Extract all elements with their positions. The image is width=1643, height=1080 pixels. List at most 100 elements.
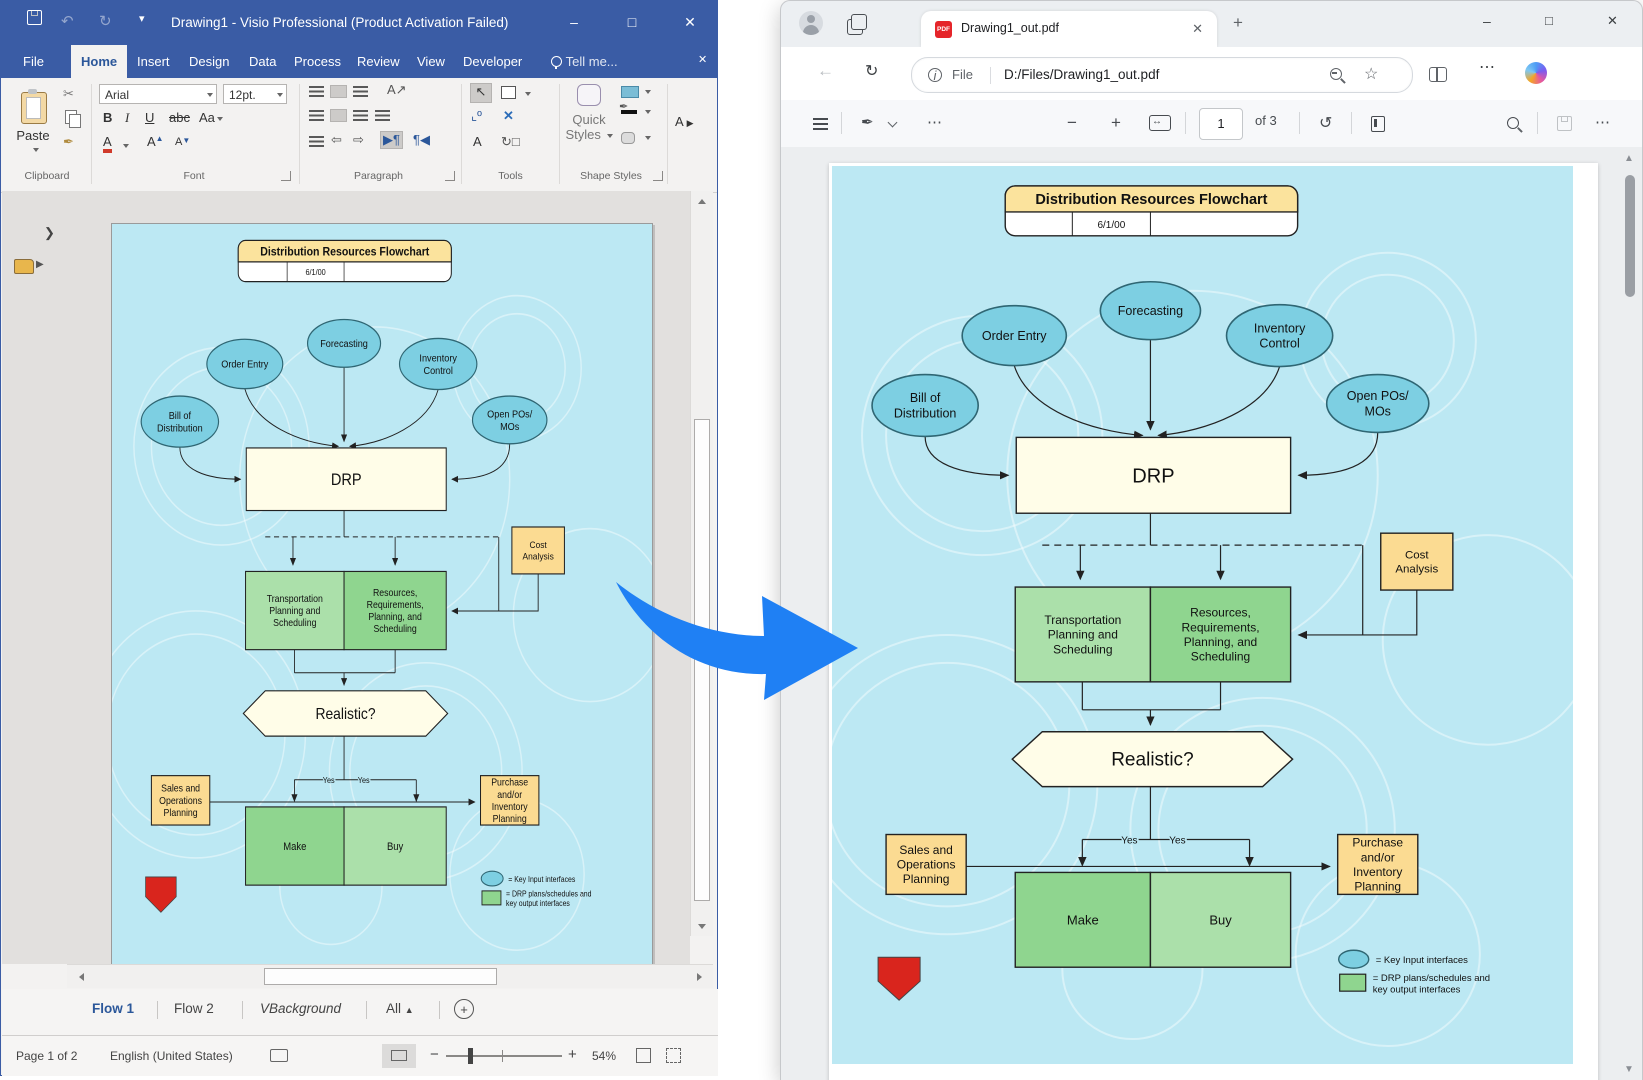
align-center-icon[interactable] [331, 110, 346, 121]
status-language[interactable]: English (United States) [110, 1049, 233, 1063]
rtl-direction-icon[interactable]: ¶◀ [413, 132, 430, 148]
flowchart-visio[interactable]: Distribution Resources Flowchart6/1/00Or… [112, 224, 652, 964]
grow-font-button[interactable]: A▲ [147, 134, 164, 149]
align-right-icon[interactable] [353, 110, 368, 121]
scroll-right-icon[interactable] [689, 967, 709, 987]
ribbon-overflow-button[interactable]: A ▶ [675, 114, 694, 129]
visio-drawing-page[interactable]: Distribution Resources Flowchart6/1/00Or… [111, 223, 653, 964]
ltr-direction-icon[interactable]: ▶¶ [381, 132, 402, 148]
profile-avatar[interactable] [799, 11, 823, 35]
tab-home[interactable]: Home [71, 45, 127, 78]
shrink-font-button[interactable]: A▼ [175, 136, 190, 148]
rotate-tool-icon[interactable]: ↻□ [501, 134, 520, 150]
pdf-scroll-thumb[interactable] [1625, 175, 1635, 297]
minimize-button[interactable]: – [559, 9, 589, 35]
shape-effects-icon[interactable] [621, 132, 635, 144]
maximize-button[interactable]: □ [1545, 13, 1553, 28]
connection-point-icon[interactable]: ✕ [503, 108, 514, 124]
chevron-down-icon[interactable] [645, 110, 651, 114]
chevron-down-icon[interactable] [645, 90, 651, 94]
annotation-more-icon[interactable]: ⋯ [927, 113, 943, 131]
pdf-scrollbar[interactable]: ▲ ▼ [1620, 149, 1640, 1079]
status-page-indicator[interactable]: Page 1 of 2 [16, 1049, 77, 1063]
font-name-combo[interactable]: Arial [99, 84, 217, 104]
bullets-icon[interactable] [309, 136, 324, 147]
qat-customize-icon[interactable]: ▾ [139, 12, 145, 25]
tab-file[interactable]: File [13, 45, 54, 78]
draw-pen-icon[interactable]: ✒ [861, 113, 874, 131]
tab-review[interactable]: Review [347, 45, 410, 78]
macro-recorder-icon[interactable] [270, 1049, 288, 1062]
new-tab-icon[interactable]: + [1233, 13, 1243, 33]
redo-icon[interactable]: ↻ [99, 12, 112, 30]
copilot-icon[interactable] [1525, 62, 1547, 84]
page-view-icon[interactable] [1371, 116, 1385, 132]
connector-tool-icon[interactable]: ⌞º [471, 108, 482, 124]
insert-page-icon[interactable]: + [454, 999, 474, 1019]
decrease-indent-icon[interactable]: ⇦ [331, 132, 342, 148]
save-icon[interactable] [27, 10, 42, 29]
bold-button[interactable]: B [103, 110, 112, 125]
fill-color-icon[interactable] [621, 86, 639, 98]
presentation-mode-button[interactable] [382, 1044, 416, 1068]
format-painter-icon[interactable]: ✒ [63, 134, 74, 150]
page-tab-all[interactable]: All ▲ [386, 1001, 414, 1016]
maximize-button[interactable]: □ [617, 9, 647, 35]
font-color-button[interactable]: A [103, 134, 112, 153]
zoom-in-icon[interactable]: + [1111, 113, 1121, 133]
page-tab-vbackground[interactable]: VBackground [260, 1001, 341, 1016]
tab-data[interactable]: Data [239, 45, 286, 78]
workspaces-icon[interactable] [847, 19, 863, 35]
align-left-icon[interactable] [309, 110, 324, 121]
strikethrough-button[interactable]: abc [169, 110, 190, 125]
align-middle-icon[interactable] [331, 86, 346, 97]
table-of-contents-icon[interactable] [813, 118, 828, 130]
zoom-slider-thumb[interactable] [468, 1048, 473, 1064]
page-tab-flow2[interactable]: Flow 2 [174, 1001, 214, 1016]
paste-button[interactable]: Paste [7, 82, 59, 166]
align-bottom-icon[interactable] [353, 86, 368, 97]
rectangle-tool-icon[interactable] [501, 86, 516, 99]
browser-tab-active[interactable]: PDF Drawing1_out.pdf ✕ [921, 11, 1217, 47]
expand-shapes-panel-icon[interactable]: ❯ [44, 225, 55, 241]
ribbon-close-icon[interactable]: ✕ [698, 53, 707, 66]
increase-indent-icon[interactable]: ⇨ [353, 132, 364, 148]
scroll-up-icon[interactable]: ▲ [1624, 153, 1634, 164]
zoom-out-icon[interactable]: − [430, 1046, 439, 1063]
draw-options-chevron-icon[interactable] [888, 118, 898, 128]
horizontal-scrollbar[interactable] [67, 964, 713, 988]
change-case-button[interactable]: Aa [199, 110, 223, 125]
back-icon[interactable]: ← [817, 61, 834, 81]
pdf-viewer[interactable]: Distribution Resources Flowchart6/1/00Or… [781, 147, 1642, 1080]
shapes-window-icon[interactable] [14, 259, 34, 274]
minimize-button[interactable]: – [1483, 13, 1491, 29]
italic-button[interactable]: I [125, 110, 129, 126]
tab-close-icon[interactable]: ✕ [1192, 21, 1203, 37]
address-field[interactable]: i File D:/Files/Drawing1_out.pdf ☆ [911, 57, 1413, 93]
rotate-icon[interactable]: ↺ [1319, 113, 1332, 133]
zoom-slider-track[interactable] [446, 1055, 562, 1057]
page-number-input[interactable]: 1 [1199, 108, 1243, 140]
horizontal-scroll-thumb[interactable] [264, 968, 497, 985]
tab-view[interactable]: View [407, 45, 455, 78]
close-button[interactable]: ✕ [1607, 13, 1618, 29]
shapes-flyout-icon[interactable]: ▶ [36, 259, 44, 270]
underline-button[interactable]: U [145, 110, 154, 125]
zoom-out-icon[interactable]: − [1067, 113, 1077, 133]
chevron-down-icon[interactable] [645, 136, 651, 140]
zoom-out-page-icon[interactable] [1330, 68, 1342, 80]
tab-process[interactable]: Process [284, 45, 351, 78]
fit-to-width-icon[interactable]: ↔ [1149, 115, 1171, 131]
chevron-down-icon[interactable] [525, 92, 531, 96]
zoom-in-icon[interactable]: + [568, 1046, 577, 1063]
split-screen-icon[interactable] [1429, 67, 1447, 82]
pdf-more-icon[interactable]: ⋯ [1595, 113, 1611, 131]
tab-design[interactable]: Design [179, 45, 239, 78]
zoom-level[interactable]: 54% [592, 1049, 616, 1063]
flowchart-pdf[interactable]: Distribution Resources Flowchart6/1/00Or… [832, 166, 1573, 1064]
tab-developer[interactable]: Developer [453, 45, 532, 78]
favorite-star-icon[interactable]: ☆ [1364, 64, 1378, 84]
browser-menu-icon[interactable]: ⋯ [1479, 57, 1496, 77]
justify-icon[interactable] [375, 110, 390, 121]
pdf-page[interactable]: Distribution Resources Flowchart6/1/00Or… [829, 163, 1598, 1080]
